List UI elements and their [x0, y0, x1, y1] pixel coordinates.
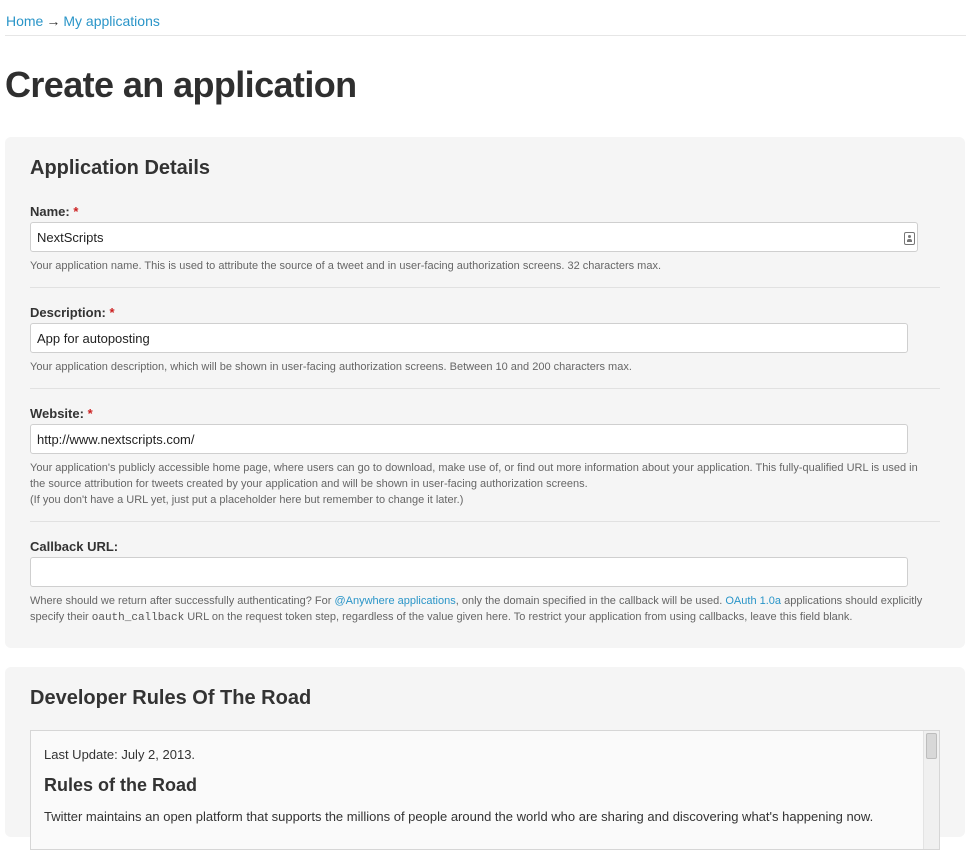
website-help-text: Your application's publicly accessible h…: [30, 460, 935, 508]
callback-help-text-part: , only the domain specified in the callb…: [455, 595, 726, 607]
callback-help-text-part: URL on the request token step, regardles…: [184, 611, 853, 623]
description-label: Description: *: [30, 305, 115, 321]
rules-scrollbar-thumb[interactable]: [926, 733, 937, 759]
rules-scroll-box[interactable]: Last Update: July 2, 2013. Rules of the …: [30, 730, 940, 850]
field-divider: [30, 388, 940, 389]
website-label-text: Website:: [30, 406, 84, 421]
callback-help-text-part: Where should we return after successfull…: [30, 595, 335, 607]
description-input[interactable]: [30, 323, 908, 353]
breadcrumb-my-applications-link[interactable]: My applications: [63, 13, 160, 29]
name-label-text: Name:: [30, 204, 70, 219]
website-help-note: (If you don't have a URL yet, just put a…: [30, 494, 464, 506]
description-required-mark: *: [109, 305, 115, 320]
page-title: Create an application: [5, 64, 357, 105]
field-divider: [30, 521, 940, 522]
callback-url-input[interactable]: [30, 557, 908, 587]
name-required-mark: *: [73, 204, 79, 219]
description-help-text: Your application description, which will…: [30, 361, 632, 373]
rules-subheading: Rules of the Road: [44, 775, 198, 795]
callback-url-label: Callback URL:: [30, 539, 119, 554]
header-divider: [5, 35, 966, 36]
breadcrumb-home-link[interactable]: Home: [6, 13, 43, 29]
rules-scrollbar[interactable]: [923, 731, 939, 849]
breadcrumb: Home → My applications: [6, 12, 160, 30]
callback-help-text: Where should we return after successfull…: [30, 593, 935, 626]
developer-rules-panel: Developer Rules Of The Road Last Update:…: [5, 667, 965, 850]
name-input[interactable]: [30, 222, 918, 252]
application-details-heading: Application Details: [30, 157, 211, 179]
field-divider: [30, 287, 940, 288]
website-help-line: Your application's publicly accessible h…: [30, 462, 918, 490]
name-label: Name: *: [30, 204, 78, 220]
rules-body-text: Twitter maintains an open platform that …: [44, 809, 874, 824]
oauth-link[interactable]: OAuth 1.0a: [725, 595, 781, 607]
website-label: Website: *: [30, 406, 93, 422]
breadcrumb-separator: →: [46, 13, 61, 29]
developer-rules-heading: Developer Rules Of The Road: [30, 687, 312, 709]
website-input[interactable]: [30, 424, 908, 454]
rules-last-update: Last Update: July 2, 2013.: [44, 747, 196, 762]
anywhere-applications-link[interactable]: @Anywhere applications: [334, 595, 455, 607]
oauth-callback-code: oauth_callback: [91, 612, 185, 624]
website-required-mark: *: [87, 406, 93, 421]
name-help-text: Your application name. This is used to a…: [30, 260, 662, 272]
contact-card-icon[interactable]: [904, 232, 915, 245]
application-details-panel: Application Details Name: * Your applica…: [5, 137, 965, 648]
description-label-text: Description:: [30, 305, 106, 320]
